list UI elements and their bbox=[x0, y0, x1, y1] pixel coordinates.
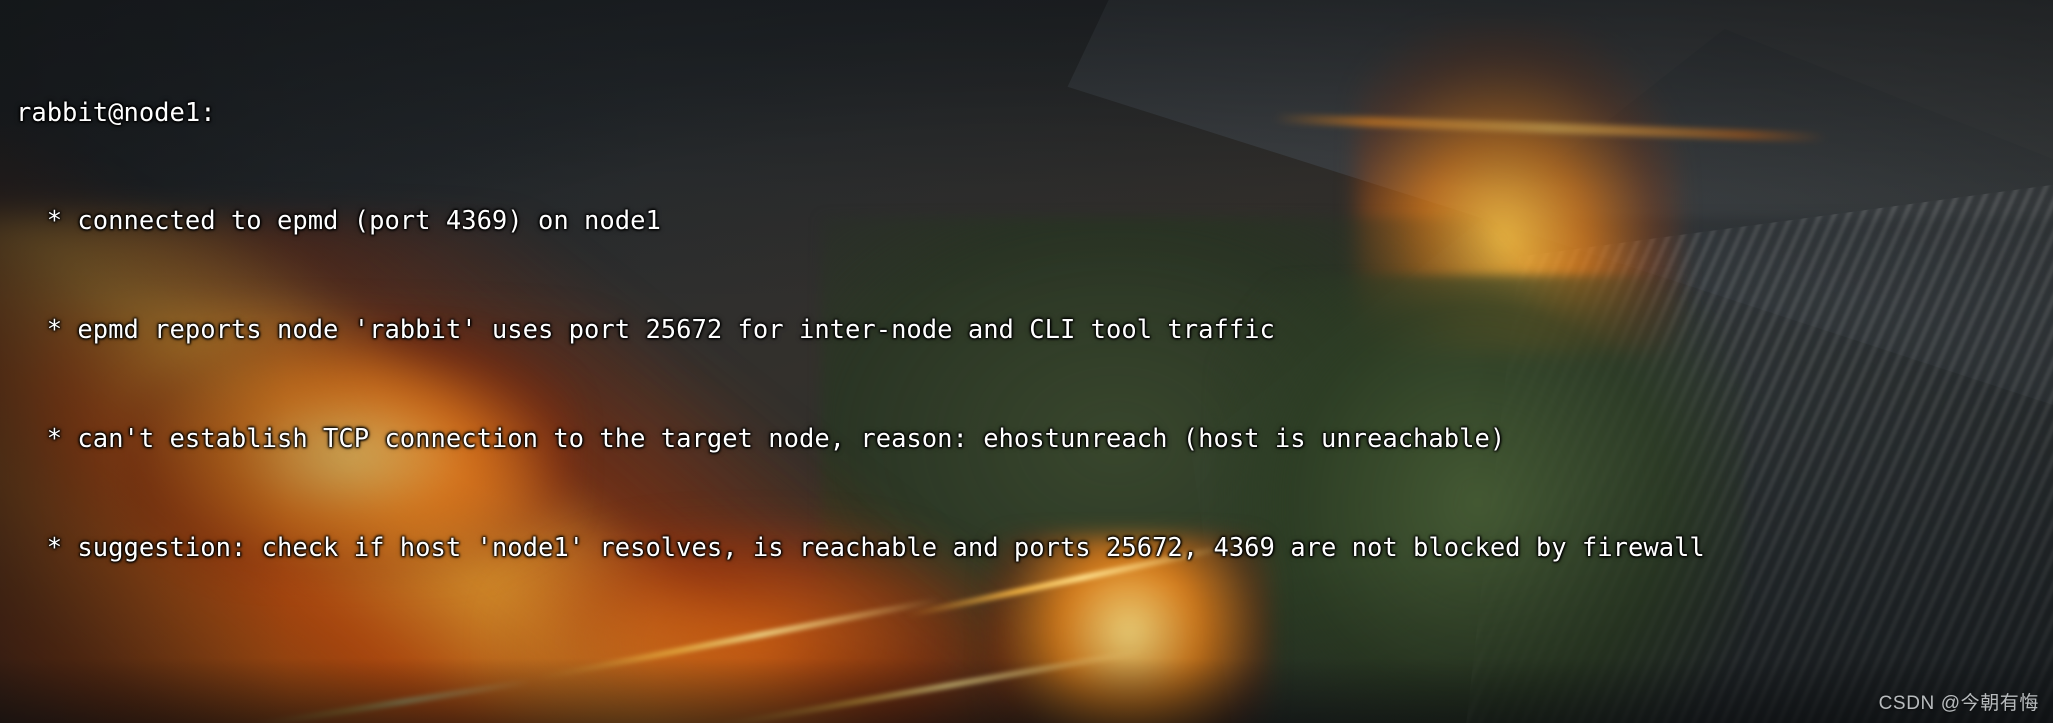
output-line-blank bbox=[16, 639, 2053, 675]
output-line: * epmd reports node 'rabbit' uses port 2… bbox=[16, 315, 1275, 346]
terminal-window[interactable]: rabbit@node1: * connected to epmd (port … bbox=[0, 0, 2053, 723]
output-line: * can't establish TCP connection to the … bbox=[16, 424, 1506, 455]
csdn-watermark: CSDN @今朝有悔 bbox=[1878, 693, 2039, 714]
output-line: rabbit@node1: bbox=[16, 97, 216, 128]
terminal-output[interactable]: rabbit@node1: * connected to epmd (port … bbox=[0, 0, 2053, 723]
output-line: * suggestion: check if host 'node1' reso… bbox=[16, 533, 1705, 564]
output-line: * connected to epmd (port 4369) on node1 bbox=[16, 206, 661, 237]
